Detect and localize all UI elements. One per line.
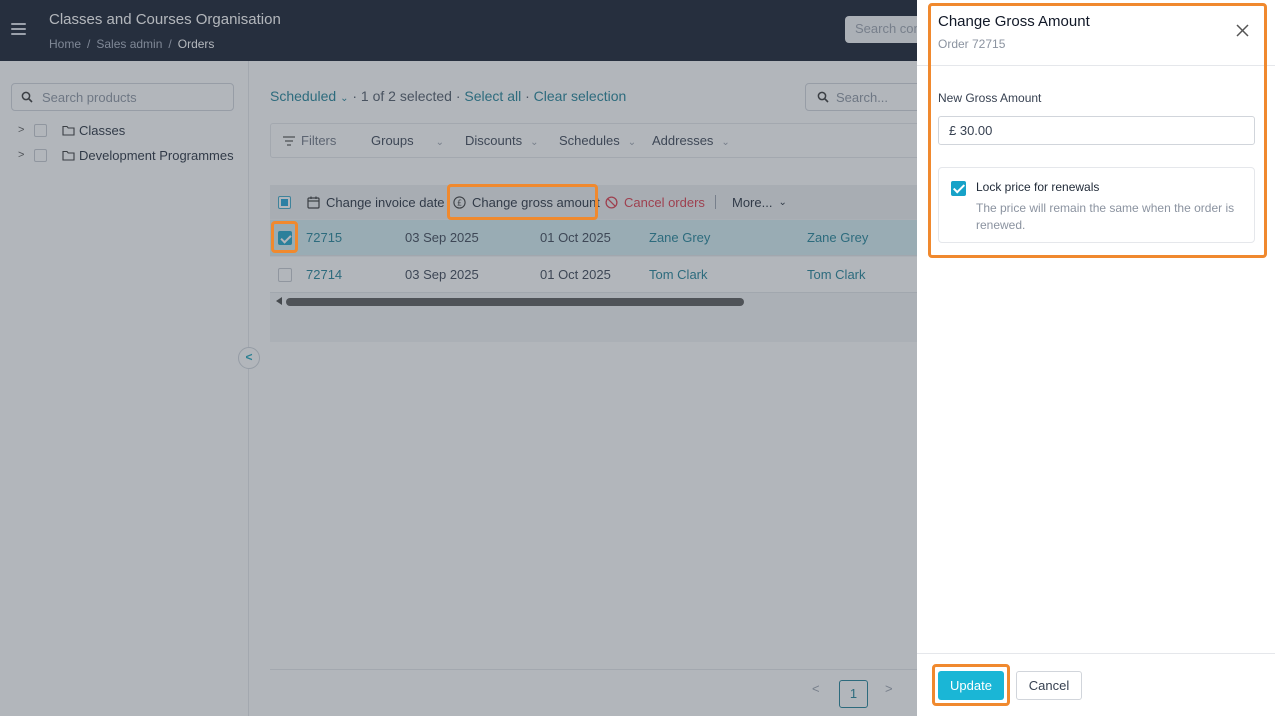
divider (917, 653, 1275, 654)
highlight-update-button (932, 664, 1010, 706)
highlight-row-checkbox (271, 221, 298, 253)
highlight-panel-form (928, 3, 1267, 258)
highlight-gross-amount (447, 184, 598, 220)
cancel-button[interactable]: Cancel (1016, 671, 1082, 700)
modal-overlay[interactable] (0, 0, 917, 716)
